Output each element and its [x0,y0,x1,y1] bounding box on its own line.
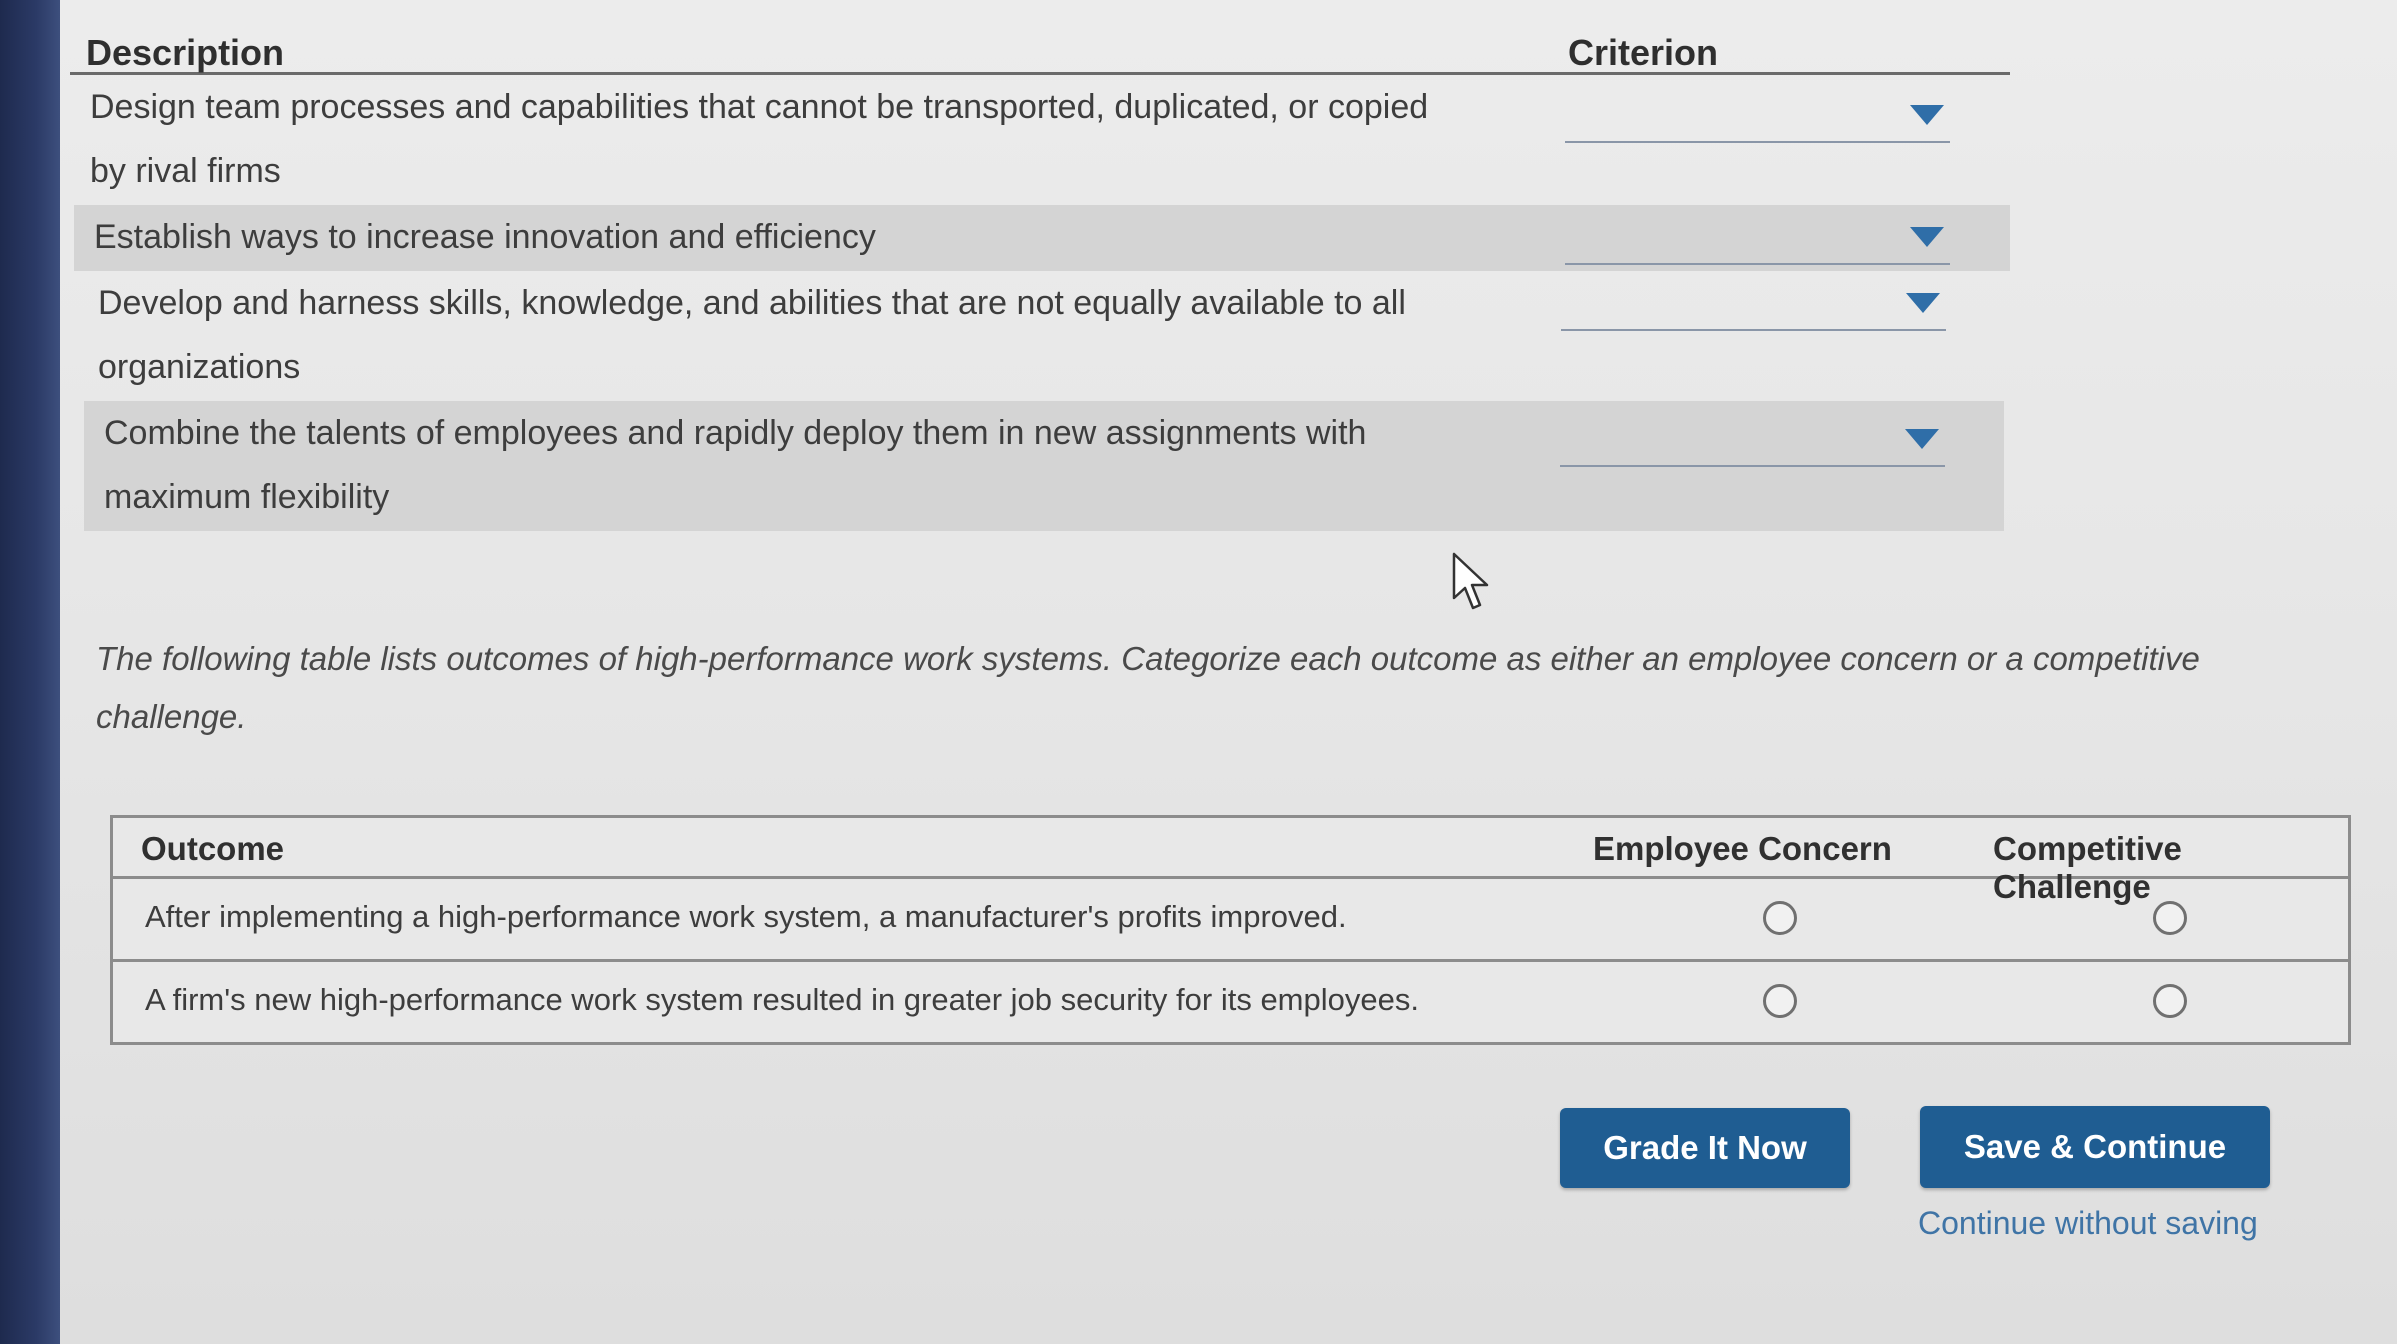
employee-concern-radio-2[interactable] [1763,984,1797,1018]
grade-it-now-button[interactable]: Grade It Now [1560,1108,1850,1188]
criterion-row-4: Combine the talents of employees and rap… [84,401,2004,531]
criterion-table: Description Criterion Design team proces… [70,10,2010,531]
main-content: Description Criterion Design team proces… [60,0,2397,1344]
description-line: organizations [98,348,301,386]
header-outcome: Outcome [141,830,285,867]
criterion-row-description: Establish ways to increase innovation an… [94,205,1544,269]
outcome-text: A firm's new high-performance work syste… [145,982,1419,1017]
instructions-text: The following table lists outcomes of hi… [96,640,2200,735]
outcome-row-2: A firm's new high-performance work syste… [113,962,2348,1042]
criterion-dropdown-2[interactable] [1565,219,1950,265]
continue-without-saving-link[interactable]: Continue without saving [1918,1205,2258,1242]
description-line: by rival firms [90,152,281,190]
outcome-table: Outcome Employee Concern Competitive Cha… [110,815,2351,1045]
mouse-pointer-icon [1452,552,1489,610]
criterion-dropdown-1[interactable] [1565,97,1950,143]
criterion-row-2: Establish ways to increase innovation an… [74,205,2010,271]
outcome-table-header: Outcome Employee Concern Competitive Cha… [113,818,2348,905]
header-criterion: Criterion [1568,32,1719,73]
description-line: Design team processes and capabilities t… [90,88,1429,126]
description-line: Establish ways to increase innovation an… [94,218,876,256]
left-dark-strip [0,0,60,1344]
criterion-table-header: Description Criterion [70,10,2010,75]
chevron-down-icon [1910,105,1944,125]
description-line: maximum flexibility [104,478,390,516]
description-line: Develop and harness skills, knowledge, a… [98,284,1406,322]
employee-concern-radio-1[interactable] [1763,901,1797,935]
chevron-down-icon [1905,429,1939,449]
save-and-continue-button[interactable]: Save & Continue [1920,1106,2270,1188]
criterion-row-1: Design team processes and capabilities t… [70,75,2010,205]
criterion-row-description: Develop and harness skills, knowledge, a… [98,271,1548,399]
header-employee-concern: Employee Concern [1593,830,1892,867]
description-line: Combine the talents of employees and rap… [104,414,1367,452]
outcome-row-1: After implementing a high-performance wo… [113,879,2348,962]
competitive-challenge-radio-1[interactable] [2153,901,2187,935]
criterion-dropdown-4[interactable] [1560,421,1945,467]
criterion-row-description: Combine the talents of employees and rap… [104,401,1554,529]
criterion-dropdown-3[interactable] [1561,285,1946,331]
chevron-down-icon [1910,227,1944,247]
chevron-down-icon [1906,293,1940,313]
outcome-text: After implementing a high-performance wo… [145,899,1347,934]
header-description: Description [86,32,285,73]
criterion-row-3: Develop and harness skills, knowledge, a… [78,271,2010,401]
competitive-challenge-radio-2[interactable] [2153,984,2187,1018]
criterion-row-description: Design team processes and capabilities t… [90,75,1540,203]
